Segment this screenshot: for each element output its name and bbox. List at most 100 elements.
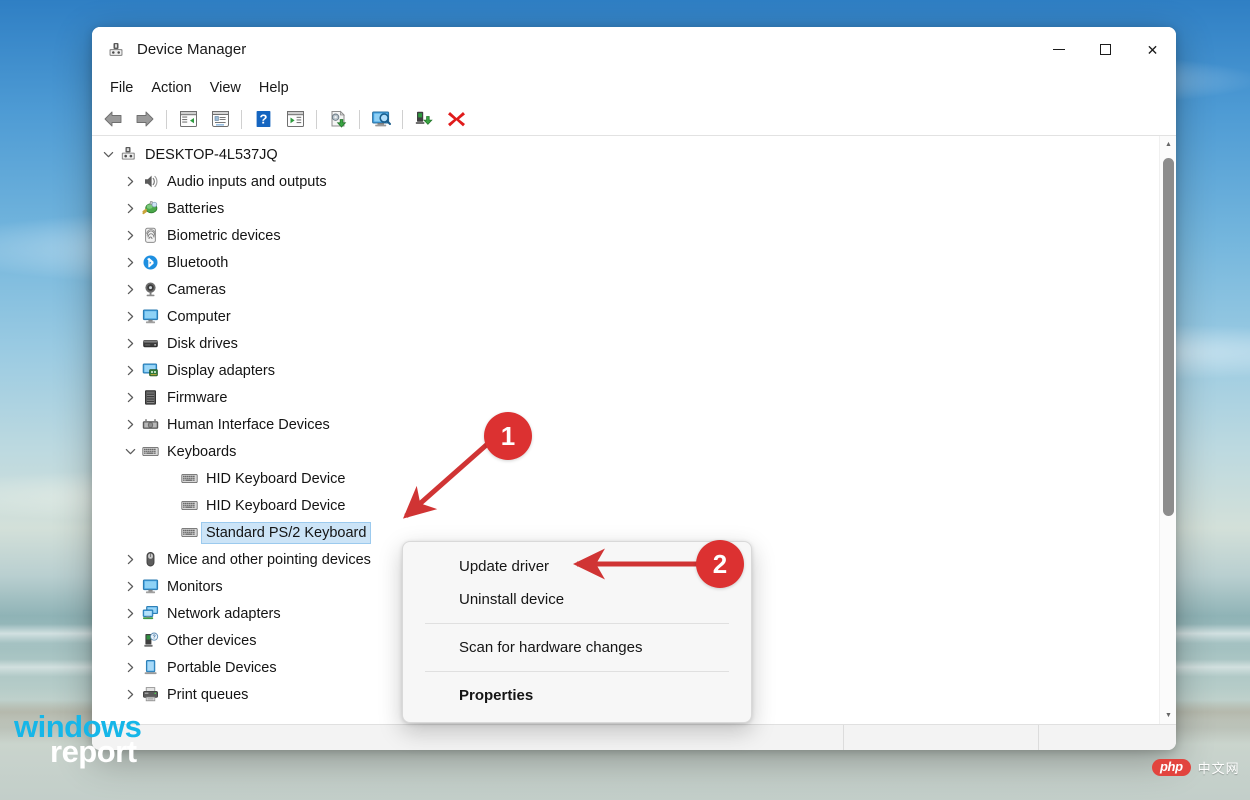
scroll-down-arrow-icon[interactable]: ▼ xyxy=(1160,707,1176,724)
scrollbar-thumb[interactable] xyxy=(1163,158,1174,516)
status-cell-tertiary xyxy=(1039,725,1176,750)
tree-node[interactable]: Audio inputs and outputs xyxy=(92,168,1159,195)
toolbar-separator xyxy=(241,109,242,129)
svg-text:?: ? xyxy=(259,111,267,126)
firmware-chip-icon xyxy=(139,389,161,406)
chevron-right-icon[interactable] xyxy=(122,311,139,322)
show-hide-action-pane-icon[interactable] xyxy=(279,105,311,133)
tree-node[interactable]: Biometric devices xyxy=(92,222,1159,249)
keyboard-icon xyxy=(139,443,161,460)
tree-node-label: Network adapters xyxy=(167,605,281,622)
php-cn-text: 中文网 xyxy=(1197,761,1240,776)
help-icon[interactable]: ? xyxy=(247,105,279,133)
show-hide-console-tree-icon[interactable] xyxy=(172,105,204,133)
chevron-right-icon[interactable] xyxy=(122,176,139,187)
tree-node[interactable]: Human Interface Devices xyxy=(92,411,1159,438)
chevron-right-icon[interactable] xyxy=(122,230,139,241)
disk-drive-icon xyxy=(139,335,161,352)
tree-node-label: Monitors xyxy=(167,578,223,595)
scroll-up-arrow-icon[interactable]: ▲ xyxy=(1160,136,1176,153)
close-button[interactable]: ✕ xyxy=(1129,27,1176,72)
tree-node-label: HID Keyboard Device xyxy=(206,470,346,487)
tree-node-label: Display adapters xyxy=(167,362,275,379)
menu-item-help[interactable]: Help xyxy=(250,77,298,99)
chevron-down-icon[interactable] xyxy=(100,150,117,159)
battery-icon xyxy=(139,200,161,217)
window-titlebar: Device Manager ✕ xyxy=(92,27,1176,72)
keyboard-icon xyxy=(178,524,200,541)
context-menu-item[interactable]: Uninstall device xyxy=(403,583,751,616)
network-adapter-icon xyxy=(139,605,161,622)
tree-node[interactable]: HID Keyboard Device xyxy=(92,465,1159,492)
chevron-right-icon[interactable] xyxy=(122,608,139,619)
tree-node[interactable]: Keyboards xyxy=(92,438,1159,465)
mouse-icon xyxy=(139,551,161,568)
display-adapter-icon xyxy=(139,362,161,379)
tree-node[interactable]: Computer xyxy=(92,303,1159,330)
uninstall-device-icon[interactable] xyxy=(440,105,472,133)
context-menu-item[interactable]: Scan for hardware changes xyxy=(403,631,751,664)
toolbar-separator xyxy=(316,109,317,129)
properties-icon[interactable] xyxy=(204,105,236,133)
chevron-right-icon[interactable] xyxy=(122,392,139,403)
tree-node[interactable]: DESKTOP-4L537JQ xyxy=(92,141,1159,168)
chevron-right-icon[interactable] xyxy=(122,338,139,349)
close-icon: ✕ xyxy=(1146,41,1159,58)
chevron-right-icon[interactable] xyxy=(122,581,139,592)
chevron-down-icon[interactable] xyxy=(122,447,139,456)
context-menu-item[interactable]: Properties xyxy=(403,679,751,712)
chevron-right-icon[interactable] xyxy=(122,554,139,565)
chevron-right-icon[interactable] xyxy=(122,689,139,700)
tree-node[interactable]: HID Keyboard Device xyxy=(92,492,1159,519)
chevron-right-icon[interactable] xyxy=(122,662,139,673)
device-manager-icon xyxy=(106,40,126,60)
minimize-button[interactable] xyxy=(1035,27,1082,72)
menu-item-file[interactable]: File xyxy=(101,77,142,99)
tree-node[interactable]: Display adapters xyxy=(92,357,1159,384)
tree-node-label: Cameras xyxy=(167,281,226,298)
toolbar-separator xyxy=(166,109,167,129)
menu-item-view[interactable]: View xyxy=(201,77,250,99)
window-title: Device Manager xyxy=(137,41,247,58)
fingerprint-icon xyxy=(139,227,161,244)
maximize-button[interactable] xyxy=(1082,27,1129,72)
keyboard-icon xyxy=(178,470,200,487)
svg-text:?: ? xyxy=(152,635,155,641)
tree-node[interactable]: Firmware xyxy=(92,384,1159,411)
scan-for-hardware-changes-icon[interactable] xyxy=(365,105,397,133)
desktop-background: Device Manager ✕ File Action View Help ?… xyxy=(0,0,1250,800)
status-bar xyxy=(92,724,1176,750)
chevron-right-icon[interactable] xyxy=(122,419,139,430)
tree-node-label: Batteries xyxy=(167,200,225,217)
tree-node[interactable]: Bluetooth xyxy=(92,249,1159,276)
menu-bar: File Action View Help xyxy=(92,72,1176,103)
monitor-icon xyxy=(139,308,161,325)
speaker-icon xyxy=(139,173,161,190)
forward-arrow-icon[interactable] xyxy=(129,105,161,133)
chevron-right-icon[interactable] xyxy=(122,284,139,295)
tree-node-label: Standard PS/2 Keyboard xyxy=(200,521,372,544)
status-cell-main xyxy=(92,725,844,750)
window-controls: ✕ xyxy=(1035,27,1176,72)
enable-device-icon[interactable] xyxy=(408,105,440,133)
chevron-right-icon[interactable] xyxy=(122,635,139,646)
tree-node[interactable]: Disk drives xyxy=(92,330,1159,357)
chevron-right-icon[interactable] xyxy=(122,203,139,214)
php-watermark: php 中文网 xyxy=(1152,758,1240,777)
menu-item-action[interactable]: Action xyxy=(142,77,200,99)
tree-node[interactable]: Cameras xyxy=(92,276,1159,303)
back-arrow-icon[interactable] xyxy=(97,105,129,133)
computer-root-icon xyxy=(117,146,139,163)
toolbar: ? xyxy=(92,103,1176,136)
update-driver-icon[interactable] xyxy=(322,105,354,133)
tree-node-label: Firmware xyxy=(167,389,228,406)
tree-node-label: Other devices xyxy=(167,632,257,649)
chevron-right-icon[interactable] xyxy=(122,257,139,268)
chevron-right-icon[interactable] xyxy=(122,365,139,376)
vertical-scrollbar[interactable]: ▲ ▼ xyxy=(1159,136,1176,724)
toolbar-separator xyxy=(359,109,360,129)
tree-node-label: HID Keyboard Device xyxy=(206,497,346,514)
tree-node-label: Keyboards xyxy=(167,443,237,460)
tree-node[interactable]: Batteries xyxy=(92,195,1159,222)
monitor-icon xyxy=(139,578,161,595)
